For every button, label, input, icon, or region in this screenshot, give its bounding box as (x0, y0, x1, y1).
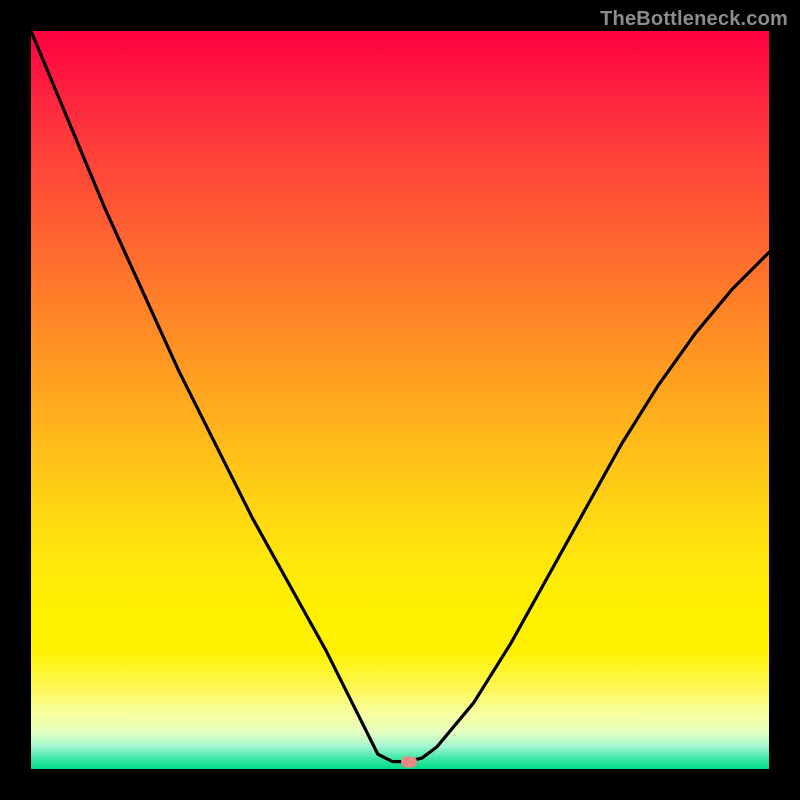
bottleneck-chart: TheBottleneck.com (0, 0, 800, 800)
bottleneck-curve-path (31, 31, 769, 762)
optimum-marker (401, 756, 417, 767)
watermark-text: TheBottleneck.com (600, 8, 788, 31)
curve-layer (31, 31, 769, 769)
plot-area (31, 31, 769, 769)
